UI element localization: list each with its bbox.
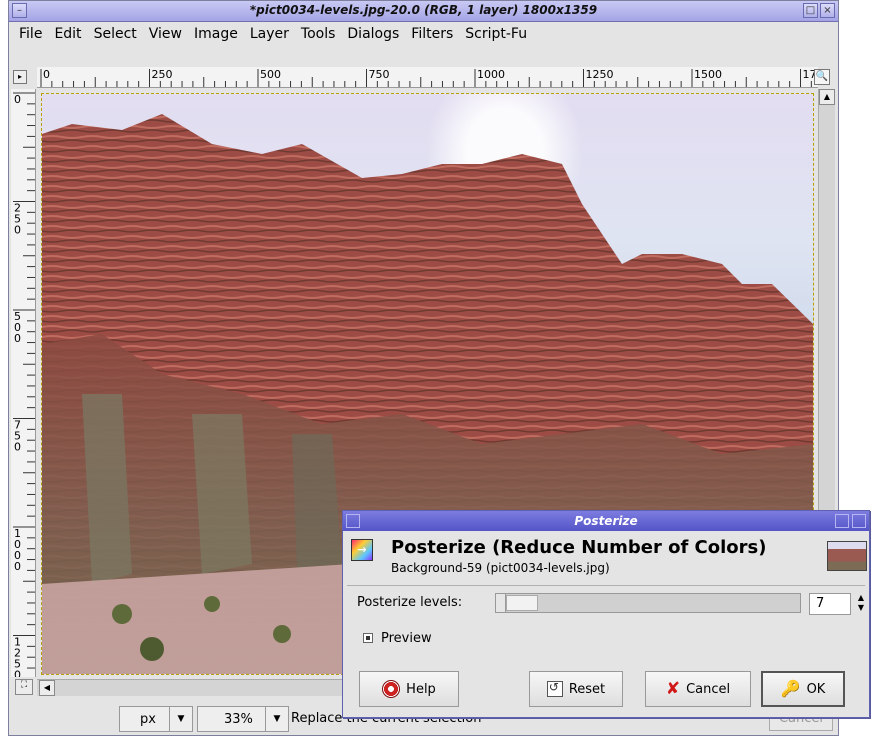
menu-view[interactable]: View <box>143 26 188 42</box>
zoom-icon[interactable]: 🔍 <box>814 69 830 85</box>
menu-edit[interactable]: Edit <box>48 26 87 42</box>
menu-select[interactable]: Select <box>88 26 143 42</box>
ruler-h-label: 1250 <box>586 68 614 81</box>
chevron-down-icon[interactable]: ▼ <box>265 707 288 731</box>
dialog-close-button[interactable] <box>852 514 866 528</box>
ruler-h-label: 1000 <box>477 68 505 81</box>
levels-slider-fill <box>496 594 507 612</box>
preview-label[interactable]: Preview <box>381 631 432 646</box>
menu-dialogs[interactable]: Dialogs <box>341 26 405 42</box>
ruler-h-label: 1500 <box>694 68 722 81</box>
levels-slider-handle[interactable] <box>506 595 538 611</box>
ruler-v-label: 0 <box>14 332 21 345</box>
ok-button[interactable]: 🔑 OK <box>761 671 845 707</box>
window-titlebar[interactable]: – *pict0034-levels.jpg-20.0 (RGB, 1 laye… <box>9 1 838 22</box>
dialog-maximize-button[interactable] <box>835 514 849 528</box>
ruler-ticks-v: 025050075010001250 <box>13 92 35 678</box>
ruler-v-label: 0 <box>14 560 21 573</box>
quick-mask-toggle[interactable]: ▸ <box>13 70 27 84</box>
reset-label: Reset <box>568 681 606 697</box>
zoom-selector[interactable]: 33% ▼ <box>197 706 289 732</box>
ruler-v-label: 0 <box>14 93 21 106</box>
ruler-ticks-h: 0 250 500 750 1000 1250 1500 17 <box>40 68 817 87</box>
ok-icon: 🔑 <box>780 679 801 698</box>
horizontal-ruler[interactable]: 0 250 500 750 1000 1250 1500 17 <box>37 67 818 88</box>
ok-label: OK <box>806 681 826 697</box>
reset-icon <box>546 680 563 697</box>
close-button[interactable]: × <box>820 3 835 18</box>
menu-file[interactable]: File <box>13 26 48 42</box>
menu-image[interactable]: Image <box>188 26 244 42</box>
dialog-heading: Posterize (Reduce Number of Colors) <box>391 537 767 558</box>
unit-value: px <box>140 712 156 727</box>
vertical-ruler[interactable]: 025050075010001250 <box>11 89 36 677</box>
posterize-icon: → <box>351 539 373 561</box>
ruler-h-label: 750 <box>369 68 390 81</box>
separator <box>347 585 865 586</box>
dialog-titlebar[interactable]: Posterize <box>343 511 869 531</box>
maximize-button[interactable]: □ <box>803 3 818 18</box>
help-icon <box>382 680 401 698</box>
ruler-v-label: 0 <box>14 669 21 678</box>
levels-label: Posterize levels: <box>357 595 463 610</box>
unit-selector[interactable]: px ▼ <box>119 706 193 732</box>
levels-spinbutton[interactable]: 7 <box>809 593 851 615</box>
cancel-button[interactable]: ✘ Cancel <box>645 671 751 707</box>
navigate-icon[interactable]: ⛶ <box>15 679 33 695</box>
reset-button[interactable]: Reset <box>529 671 623 707</box>
levels-slider[interactable] <box>495 593 801 613</box>
layer-thumbnail <box>827 541 867 571</box>
ruler-v-label: 0 <box>14 441 21 454</box>
help-label: Help <box>406 681 436 697</box>
cancel-label: Cancel <box>686 681 731 697</box>
chevron-down-icon[interactable]: ▼ <box>169 707 192 731</box>
help-button[interactable]: Help <box>359 671 459 707</box>
ruler-v-label: 0 <box>14 224 21 237</box>
dialog-subtitle: Background-59 (pict0034-levels.jpg) <box>391 561 610 575</box>
dialog-title: Posterize <box>574 514 638 528</box>
cancel-icon: ✘ <box>665 679 681 699</box>
ruler-h-label: 500 <box>260 68 281 81</box>
menu-script-fu[interactable]: Script-Fu <box>459 26 533 42</box>
spin-arrows-icon[interactable]: ▲ ▼ <box>855 593 867 615</box>
menubar: File Edit Select View Image Layer Tools … <box>9 21 838 47</box>
scroll-left-arrow[interactable]: ◀ <box>39 680 55 696</box>
menu-tools[interactable]: Tools <box>295 26 342 42</box>
ruler-h-label: 0 <box>43 68 50 81</box>
window-title: *pict0034-levels.jpg-20.0 (RGB, 1 layer)… <box>249 3 598 17</box>
ruler-h-label: 250 <box>152 68 173 81</box>
posterize-dialog: Posterize → Posterize (Reduce Number of … <box>342 510 870 718</box>
preview-checkbox[interactable] <box>363 633 373 643</box>
scroll-up-arrow[interactable]: ▲ <box>819 89 835 105</box>
menu-filters[interactable]: Filters <box>405 26 459 42</box>
menu-layer[interactable]: Layer <box>244 26 295 42</box>
zoom-value: 33% <box>224 712 253 727</box>
